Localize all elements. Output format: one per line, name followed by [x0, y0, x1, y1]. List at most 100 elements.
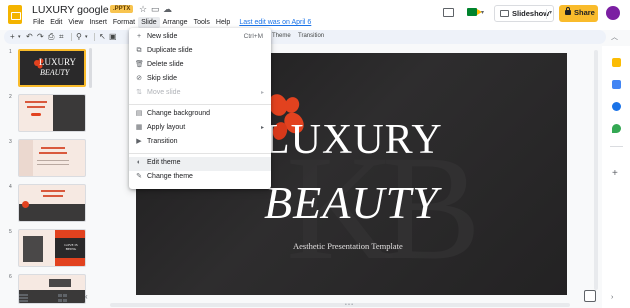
- eye-slash-icon: ⊘: [136, 75, 142, 82]
- share-label: Share: [574, 8, 595, 17]
- menu-item-skip-slide[interactable]: ⊘ Skip slide: [129, 73, 271, 87]
- menu-item-transition[interactable]: ▶ Transition: [129, 136, 271, 150]
- move-folder-icon[interactable]: ▭: [151, 4, 160, 15]
- paint-format-icon[interactable]: ⌗: [59, 31, 64, 43]
- slide-subtitle[interactable]: Aesthetic Presentation Template: [293, 241, 403, 251]
- add-addon-icon[interactable]: +: [612, 168, 618, 179]
- header: LUXURY google slide .PPTX ☆ ▭ ☁ File Edi…: [0, 0, 630, 30]
- print-icon[interactable]: ⎙: [48, 31, 54, 43]
- collapse-filmstrip-icon[interactable]: ‹: [85, 292, 88, 301]
- meet-button[interactable]: ▾: [465, 6, 487, 20]
- submenu-arrow-icon: ▸: [260, 125, 264, 131]
- slide-thumbnail-3[interactable]: [18, 139, 86, 177]
- slideshow-button[interactable]: Slideshow ▾: [494, 5, 554, 22]
- thumb-4-line: [41, 190, 65, 192]
- palette-icon: ◐: [136, 159, 142, 166]
- menu-item-label: Delete slide: [147, 61, 184, 68]
- slides-app: LUXURY google slide .PPTX ☆ ▭ ☁ File Edi…: [0, 0, 630, 308]
- slides-logo-icon[interactable]: [8, 5, 22, 24]
- slide-thumbnail-6[interactable]: [18, 274, 86, 304]
- thumb-1-subtitle: BEAUTY: [40, 68, 70, 77]
- chevron-up-icon[interactable]: ︿: [611, 32, 618, 42]
- redo-icon[interactable]: ↷: [37, 31, 44, 43]
- slide-thumbnail-4[interactable]: [18, 184, 86, 222]
- thumb-2-line: [27, 106, 45, 108]
- plus-icon: +: [136, 33, 142, 40]
- toolbar-theme[interactable]: Theme: [272, 33, 291, 39]
- toolbar: + ▾ ↶ ↷ ⎙ ⌗ ⚲ ▾ ↖ ▣ Theme Transition: [4, 30, 606, 44]
- thumb-2-flower: [31, 113, 41, 116]
- menu-edit[interactable]: Edit: [47, 17, 65, 28]
- cloud-status-icon[interactable]: ☁: [163, 4, 172, 15]
- menu-divider: [129, 153, 271, 154]
- menu-item-edit-theme[interactable]: ◐ Edit theme: [129, 157, 271, 171]
- menu-item-change-theme[interactable]: ✎ Change theme: [129, 171, 271, 185]
- menu-item-label: New slide: [147, 33, 178, 40]
- side-panel: +: [602, 46, 630, 308]
- explore-icon[interactable]: [584, 290, 596, 302]
- menubar: File Edit View Insert Format Slide Arran…: [30, 17, 311, 28]
- slide-title-line-2[interactable]: BEAUTY: [264, 176, 439, 229]
- menu-item-change-background[interactable]: ▤ Change background: [129, 108, 271, 122]
- menu-view[interactable]: View: [65, 17, 86, 28]
- paint-icon: ✎: [136, 173, 142, 180]
- grid-view-icon[interactable]: [58, 294, 67, 302]
- background-icon: ▤: [135, 110, 143, 117]
- thumb-3-line: [39, 152, 67, 154]
- filmstrip-view-icon[interactable]: [19, 294, 28, 302]
- chevron-down-icon[interactable]: ▾: [85, 31, 88, 43]
- menu-insert[interactable]: Insert: [86, 17, 110, 28]
- new-slide-icon[interactable]: +: [10, 31, 15, 43]
- thumb-3-line: [41, 147, 65, 149]
- zoom-icon[interactable]: ⚲: [76, 31, 82, 43]
- vertical-scrollbar[interactable]: [594, 50, 598, 290]
- chevron-right-icon[interactable]: ›: [611, 294, 613, 301]
- thumb-2-dark-panel: [53, 95, 85, 131]
- keep-icon[interactable]: [612, 58, 621, 67]
- share-button[interactable]: Share: [559, 5, 598, 22]
- chevron-down-icon[interactable]: ▾: [18, 31, 21, 43]
- text-box-icon[interactable]: ▣: [109, 31, 117, 43]
- toolbar-divider: [71, 33, 72, 41]
- menu-item-new-slide[interactable]: + New slide Ctrl+M: [129, 31, 271, 45]
- slide-thumbnail-1[interactable]: LUXURY BEAUTY: [18, 49, 86, 87]
- toolbar-divider: [94, 33, 95, 41]
- slide-number: 3: [9, 139, 12, 145]
- menu-arrange[interactable]: Arrange: [160, 17, 191, 28]
- trash-icon: 🗑: [135, 61, 144, 68]
- filmstrip-scrollbar[interactable]: [89, 48, 92, 88]
- slide-number: 4: [9, 184, 12, 190]
- menu-format[interactable]: Format: [110, 17, 138, 28]
- menu-item-duplicate-slide[interactable]: ⧉ Duplicate slide: [129, 45, 271, 59]
- menu-item-label: Skip slide: [147, 75, 177, 82]
- menu-item-label: Duplicate slide: [147, 47, 193, 54]
- horizontal-scrollbar[interactable]: [110, 303, 570, 307]
- resize-handle-icon[interactable]: • • •: [345, 302, 353, 308]
- maps-icon[interactable]: [612, 124, 621, 133]
- avatar[interactable]: [606, 6, 620, 20]
- thumb-4-dot: [22, 201, 29, 208]
- slide-thumbnail-2[interactable]: [18, 94, 86, 132]
- chevron-down-icon[interactable]: ▾: [546, 9, 552, 19]
- toolbar-transition[interactable]: Transition: [298, 33, 324, 39]
- slide-title-line-1[interactable]: LUXURY: [264, 116, 443, 164]
- menu-tools[interactable]: Tools: [191, 17, 213, 28]
- menu-item-delete-slide[interactable]: 🗑 Delete slide: [129, 59, 271, 73]
- menu-item-move-slide: ⇅ Move slide ▸: [129, 87, 271, 101]
- menu-item-label: Edit theme: [147, 159, 181, 166]
- comment-history-icon[interactable]: [443, 8, 454, 17]
- slide-menu-dropdown: + New slide Ctrl+M ⧉ Duplicate slide 🗑 D…: [129, 28, 271, 189]
- menu-file[interactable]: File: [30, 17, 47, 28]
- undo-icon[interactable]: ↶: [26, 31, 33, 43]
- last-edit-link[interactable]: Last edit was on April 6: [239, 17, 311, 28]
- format-badge: .PPTX: [110, 5, 134, 13]
- thumb-3-text: [37, 164, 69, 165]
- contacts-icon[interactable]: [612, 102, 621, 111]
- star-icon[interactable]: ☆: [139, 4, 147, 15]
- slide-thumbnail-5[interactable]: LOVE IS BEING: [18, 229, 86, 267]
- tasks-icon[interactable]: [612, 80, 621, 89]
- menu-slide[interactable]: Slide: [138, 17, 160, 28]
- menu-help[interactable]: Help: [213, 17, 233, 28]
- select-cursor-icon[interactable]: ↖: [99, 31, 106, 43]
- menu-item-apply-layout[interactable]: ▦ Apply layout ▸: [129, 122, 271, 136]
